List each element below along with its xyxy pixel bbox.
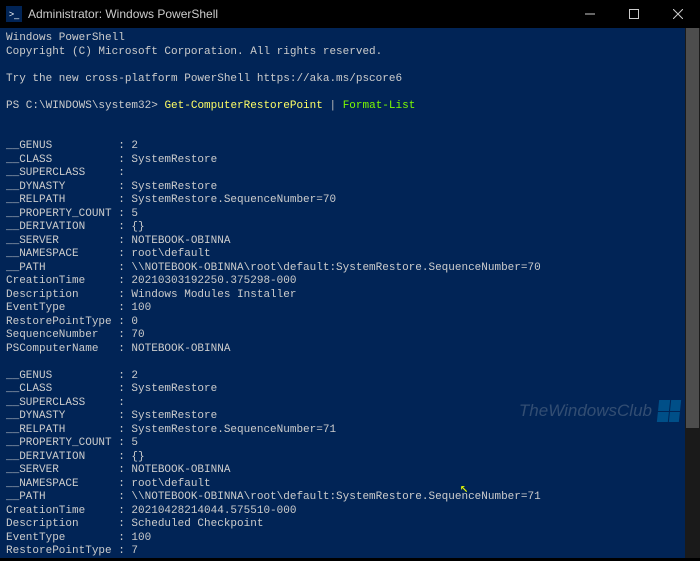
window-title: Administrator: Windows PowerShell <box>28 7 568 21</box>
window-controls <box>568 0 700 28</box>
powershell-icon: >_ <box>6 6 22 22</box>
close-button[interactable] <box>656 0 700 28</box>
minimize-button[interactable] <box>568 0 612 28</box>
vertical-scrollbar[interactable] <box>685 28 700 558</box>
scrollbar-thumb[interactable] <box>686 28 699 428</box>
maximize-button[interactable] <box>612 0 656 28</box>
titlebar[interactable]: >_ Administrator: Windows PowerShell <box>0 0 700 28</box>
terminal-output[interactable]: Windows PowerShell Copyright (C) Microso… <box>0 28 700 558</box>
